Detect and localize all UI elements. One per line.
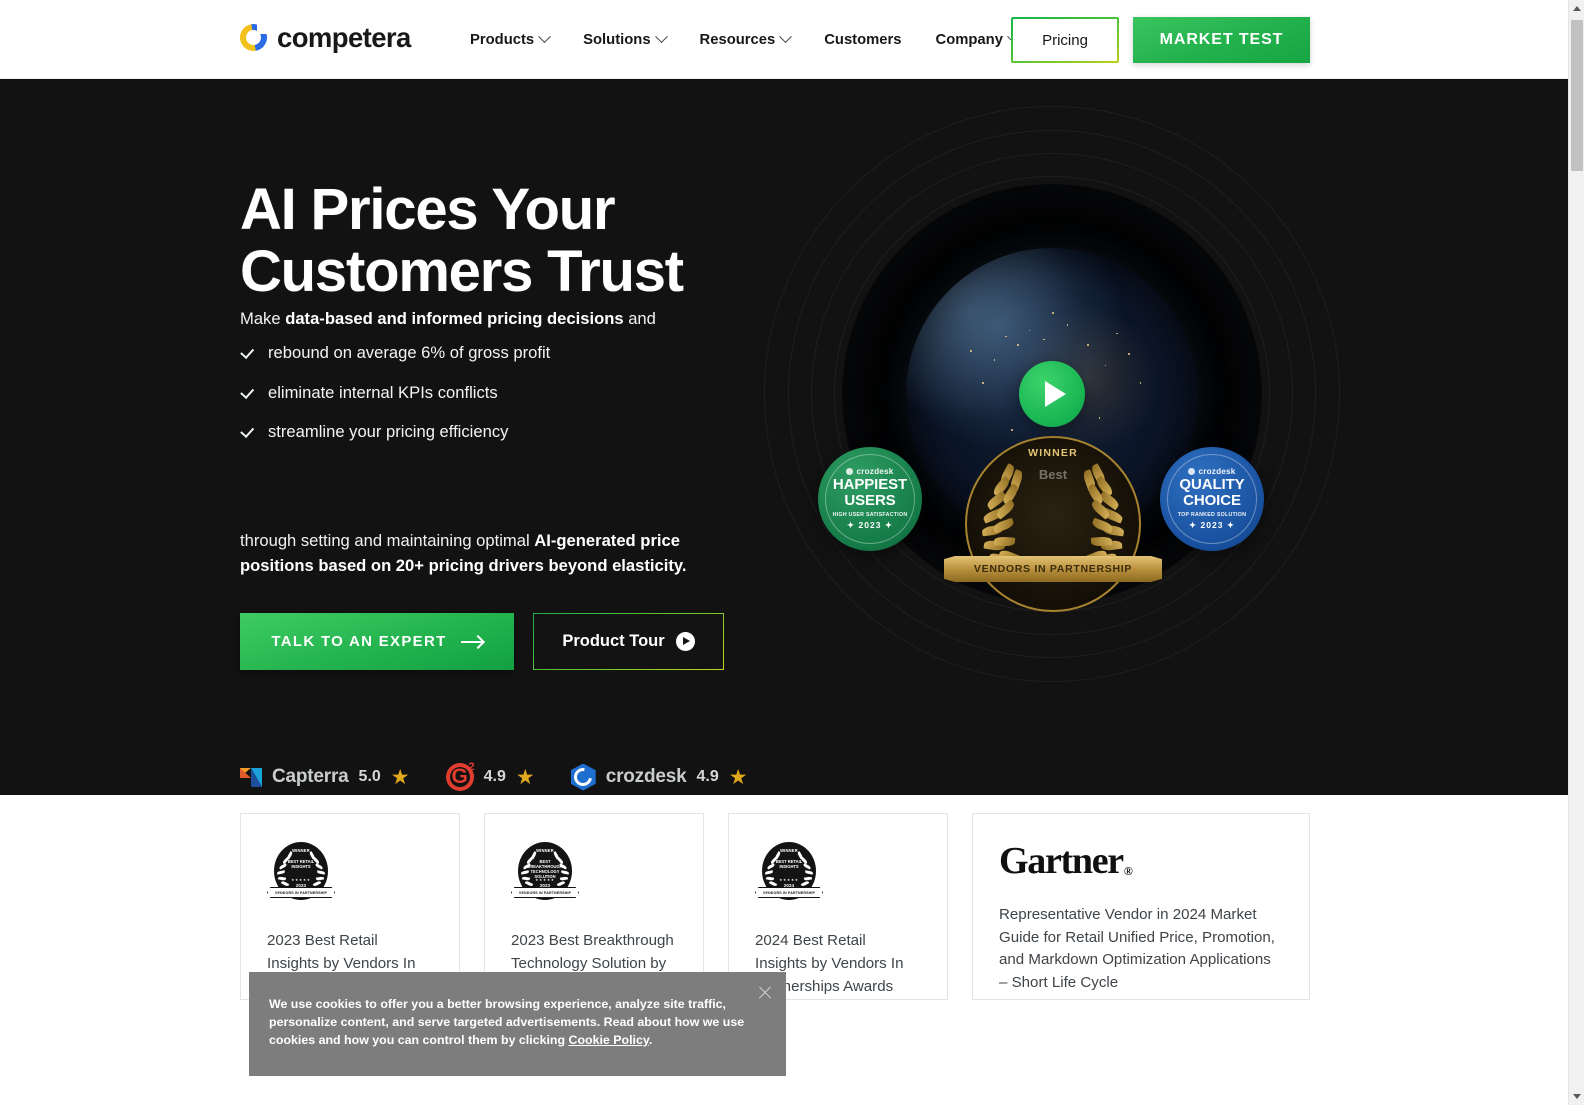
bullet-label: streamline your pricing efficiency <box>268 422 509 442</box>
bullet-label: eliminate internal KPIs conflicts <box>268 382 498 402</box>
hero-lead-text: Make data-based and informed pricing dec… <box>240 309 656 328</box>
talk-to-an-expert-button[interactable]: TALK TO AN EXPERT <box>240 613 514 670</box>
capterra-logo-icon <box>240 767 262 787</box>
rating-capterra[interactable]: Capterra 5.0 ★ <box>240 766 410 788</box>
rating-score: 4.9 <box>696 768 719 785</box>
review-ratings-row: Capterra 5.0 ★ 2 4.9 ★ crozdesk 4.9 ★ <box>240 761 748 791</box>
vertical-scrollbar[interactable] <box>1568 0 1584 1105</box>
nav-label: Company <box>935 31 1003 48</box>
cookie-text: We use cookies to offer you a better bro… <box>269 997 745 1047</box>
hero-title: AI Prices Your Customers Trust <box>240 177 860 305</box>
crozdesk-logo-icon: crozdesk <box>846 467 893 476</box>
check-icon <box>240 348 254 362</box>
hero-footer-text: through setting and maintaining optimal … <box>240 531 687 575</box>
badge-subtitle: HIGH USER SATISFACTION <box>832 511 908 518</box>
product-tour-button[interactable]: Product Tour <box>533 613 724 670</box>
chevron-down-icon <box>779 30 793 44</box>
check-icon <box>240 427 254 441</box>
hero-section: WINNER Best VENDORS IN PARTNERSHIP crozd… <box>0 79 1568 795</box>
rating-score: 4.9 <box>483 768 506 785</box>
rating-crozdesk[interactable]: crozdesk 4.9 ★ <box>570 763 748 791</box>
button-label: Product Tour <box>562 632 665 650</box>
badge-subtitle: TOP RANKED SOLUTION <box>1177 511 1247 518</box>
cookie-consent-banner: We use cookies to offer you a better bro… <box>249 972 786 1076</box>
list-item: rebound on average 6% of gross profit <box>240 343 840 364</box>
award-ribbon: VENDORS IN PARTNERSHIP <box>944 556 1162 582</box>
hero-title-line2: Customers Trust <box>240 239 684 305</box>
rating-g2[interactable]: 2 4.9 ★ <box>445 761 535 791</box>
scroll-up-arrow-icon[interactable] <box>1569 0 1584 17</box>
nav-item-solutions[interactable]: Solutions <box>566 26 682 54</box>
check-icon <box>240 388 254 402</box>
award-badge-icon: WINNER BEST RETAIL INSIGHTS ★★★★★ 2024 V… <box>755 842 823 908</box>
brand-name: competera <box>277 22 411 53</box>
arrow-right-icon <box>460 640 483 643</box>
award-badge-icon: WINNER BEST BREAKTHROUGH TECHNOLOGY SOLU… <box>511 842 579 908</box>
chevron-down-icon <box>654 30 668 44</box>
nav-item-customers[interactable]: Customers <box>807 26 918 54</box>
nav-item-resources[interactable]: Resources <box>683 26 808 54</box>
star-icon: ★ <box>390 765 410 789</box>
nav-item-products[interactable]: Products <box>470 26 566 54</box>
gartner-logo: Gartner® <box>999 840 1133 882</box>
competera-ring-logo-icon <box>234 18 273 57</box>
nav-label: Solutions <box>583 31 651 48</box>
gartner-card-text: Representative Vendor in 2024 Market Gui… <box>999 906 1275 991</box>
cookie-policy-link[interactable]: Cookie Policy <box>569 1033 649 1047</box>
award-badge-icon: WINNER BEST RETAIL INSIGHTS ★★★★★ 2023 V… <box>267 842 335 908</box>
site-header: competera Products Solutions Resources C… <box>0 0 1568 79</box>
bullet-label: rebound on average 6% of gross profit <box>268 343 551 362</box>
rating-source-name: Capterra <box>272 766 349 787</box>
chevron-down-icon <box>538 30 552 44</box>
gartner-card: Gartner® Representative Vendor in 2024 M… <box>972 813 1310 1000</box>
button-label: TALK TO AN EXPERT <box>271 633 447 650</box>
g2-logo-icon: 2 <box>445 761 475 791</box>
close-icon[interactable] <box>756 984 774 1002</box>
rating-source-name: crozdesk <box>605 766 687 787</box>
list-item: eliminate internal KPIs conflicts <box>240 383 840 404</box>
browser-viewport: competera Products Solutions Resources C… <box>0 0 1584 1105</box>
scroll-down-arrow-icon[interactable] <box>1569 1088 1584 1105</box>
hero-bullet-list: rebound on average 6% of gross profit el… <box>240 343 840 462</box>
star-icon: ★ <box>515 765 535 789</box>
play-circle-icon <box>675 632 695 651</box>
market-test-button[interactable]: MARKET TEST <box>1133 17 1310 63</box>
crozdesk-happiest-users-badge: crozdesk HAPPIEST USERS HIGH USER SATISF… <box>818 447 922 551</box>
nav-label: Resources <box>699 31 776 48</box>
page-root: competera Products Solutions Resources C… <box>0 0 1568 1105</box>
nav-label: Customers <box>824 31 902 48</box>
crozdesk-quality-choice-badge: crozdesk QUALITY CHOICE TOP RANKED SOLUT… <box>1160 447 1264 551</box>
winner-award-emblem: WINNER Best <box>965 436 1141 612</box>
list-item: streamline your pricing efficiency <box>240 422 840 443</box>
brand-logo[interactable]: competera <box>234 18 411 57</box>
crozdesk-logo-icon <box>570 763 596 791</box>
award-winner-label: WINNER <box>1028 447 1078 459</box>
star-icon: ★ <box>728 765 748 789</box>
crozdesk-logo-icon: crozdesk <box>1188 467 1235 476</box>
scrollbar-thumb[interactable] <box>1571 20 1583 171</box>
primary-nav: Products Solutions Resources Customers C… <box>470 0 1035 79</box>
hero-title-line1: AI Prices Your <box>240 177 616 242</box>
pricing-button[interactable]: Pricing <box>1011 17 1119 63</box>
rating-score: 5.0 <box>358 768 381 785</box>
nav-label: Products <box>470 31 535 48</box>
play-button-icon[interactable] <box>1019 361 1085 427</box>
